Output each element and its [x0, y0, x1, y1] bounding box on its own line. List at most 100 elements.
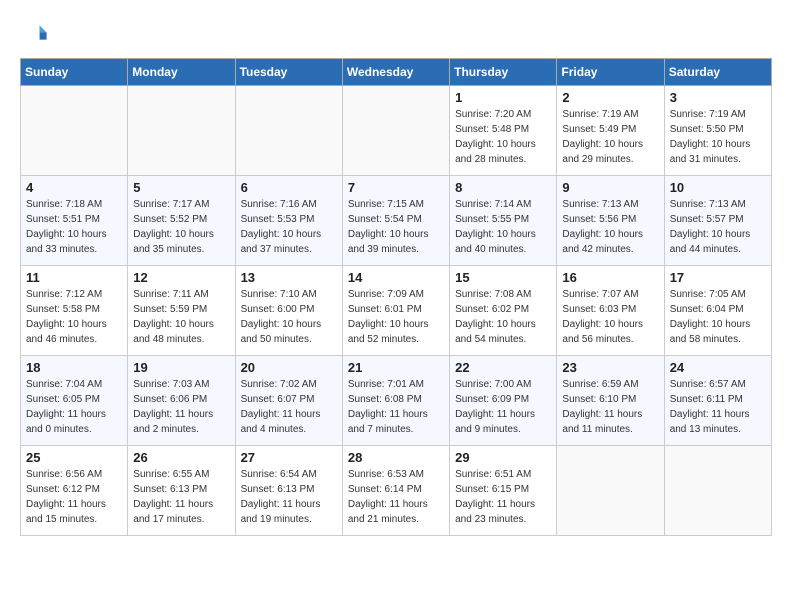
- calendar-cell: 13 Sunrise: 7:10 AM Sunset: 6:00 PM Dayli…: [235, 266, 342, 356]
- calendar-cell: 9 Sunrise: 7:13 AM Sunset: 5:56 PM Daylig…: [557, 176, 664, 266]
- day-info: Sunrise: 7:20 AM Sunset: 5:48 PM Dayligh…: [455, 107, 551, 167]
- weekday-header-tuesday: Tuesday: [235, 59, 342, 86]
- day-number: 27: [241, 450, 337, 465]
- day-info: Sunrise: 7:01 AM Sunset: 6:08 PM Dayligh…: [348, 377, 444, 437]
- day-info: Sunrise: 7:03 AM Sunset: 6:06 PM Dayligh…: [133, 377, 229, 437]
- day-number: 10: [670, 180, 766, 195]
- calendar-cell: 24Sunrise: 6:57 AM Sunset: 6:11 PM Dayli…: [664, 356, 771, 446]
- calendar-cell: 23Sunrise: 6:59 AM Sunset: 6:10 PM Dayli…: [557, 356, 664, 446]
- day-info: Sunrise: 7:05 AM Sunset: 6:04 PM Dayligh…: [670, 287, 766, 347]
- day-info: Sunrise: 7:19 AM Sunset: 5:49 PM Dayligh…: [562, 107, 658, 167]
- day-number: 19: [133, 360, 229, 375]
- day-number: 3: [670, 90, 766, 105]
- day-info: Sunrise: 7:02 AM Sunset: 6:07 PM Dayligh…: [241, 377, 337, 437]
- day-number: 9: [562, 180, 658, 195]
- day-info: Sunrise: 7:04 AM Sunset: 6:05 PM Dayligh…: [26, 377, 122, 437]
- calendar-cell: 27 Sunrise: 6:54 AM Sunset: 6:13 PM Dayli…: [235, 446, 342, 536]
- week-row-5: 25 Sunrise: 6:56 AM Sunset: 6:12 PM Dayli…: [21, 446, 772, 536]
- calendar-cell: 29 Sunrise: 6:51 AM Sunset: 6:15 PM Dayli…: [450, 446, 557, 536]
- weekday-header-saturday: Saturday: [664, 59, 771, 86]
- calendar-cell: 25 Sunrise: 6:56 AM Sunset: 6:12 PM Dayli…: [21, 446, 128, 536]
- calendar-cell: 28 Sunrise: 6:53 AM Sunset: 6:14 PM Dayli…: [342, 446, 449, 536]
- weekday-header-thursday: Thursday: [450, 59, 557, 86]
- day-number: 11: [26, 270, 122, 285]
- week-row-3: 11 Sunrise: 7:12 AM Sunset: 5:58 PM Dayli…: [21, 266, 772, 356]
- calendar-cell: [342, 86, 449, 176]
- calendar-cell: 15Sunrise: 7:08 AM Sunset: 6:02 PM Dayli…: [450, 266, 557, 356]
- week-row-4: 18 Sunrise: 7:04 AM Sunset: 6:05 PM Dayli…: [21, 356, 772, 446]
- day-number: 8: [455, 180, 551, 195]
- day-number: 15: [455, 270, 551, 285]
- weekday-header-friday: Friday: [557, 59, 664, 86]
- day-info: Sunrise: 7:14 AM Sunset: 5:55 PM Dayligh…: [455, 197, 551, 257]
- calendar-cell: 26Sunrise: 6:55 AM Sunset: 6:13 PM Dayli…: [128, 446, 235, 536]
- calendar-cell: [21, 86, 128, 176]
- logo: [20, 20, 52, 48]
- day-info: Sunrise: 6:53 AM Sunset: 6:14 PM Dayligh…: [348, 467, 444, 527]
- day-number: 14: [348, 270, 444, 285]
- calendar-cell: 20 Sunrise: 7:02 AM Sunset: 6:07 PM Dayli…: [235, 356, 342, 446]
- day-info: Sunrise: 6:54 AM Sunset: 6:13 PM Dayligh…: [241, 467, 337, 527]
- day-number: 25: [26, 450, 122, 465]
- calendar-cell: 17 Sunrise: 7:05 AM Sunset: 6:04 PM Dayli…: [664, 266, 771, 356]
- day-info: Sunrise: 7:13 AM Sunset: 5:56 PM Dayligh…: [562, 197, 658, 257]
- page-header: [20, 20, 772, 48]
- day-number: 17: [670, 270, 766, 285]
- calendar-cell: 18 Sunrise: 7:04 AM Sunset: 6:05 PM Dayli…: [21, 356, 128, 446]
- day-info: Sunrise: 7:17 AM Sunset: 5:52 PM Dayligh…: [133, 197, 229, 257]
- day-info: Sunrise: 7:16 AM Sunset: 5:53 PM Dayligh…: [241, 197, 337, 257]
- day-number: 18: [26, 360, 122, 375]
- calendar-cell: [128, 86, 235, 176]
- calendar-cell: 3 Sunrise: 7:19 AM Sunset: 5:50 PM Daylig…: [664, 86, 771, 176]
- day-info: Sunrise: 6:56 AM Sunset: 6:12 PM Dayligh…: [26, 467, 122, 527]
- day-number: 24: [670, 360, 766, 375]
- weekday-header-sunday: Sunday: [21, 59, 128, 86]
- weekday-header-wednesday: Wednesday: [342, 59, 449, 86]
- day-number: 16: [562, 270, 658, 285]
- calendar-table: SundayMondayTuesdayWednesdayThursdayFrid…: [20, 58, 772, 536]
- calendar-cell: 14 Sunrise: 7:09 AM Sunset: 6:01 PM Dayli…: [342, 266, 449, 356]
- day-info: Sunrise: 7:13 AM Sunset: 5:57 PM Dayligh…: [670, 197, 766, 257]
- day-info: Sunrise: 7:11 AM Sunset: 5:59 PM Dayligh…: [133, 287, 229, 347]
- calendar-cell: 11 Sunrise: 7:12 AM Sunset: 5:58 PM Dayli…: [21, 266, 128, 356]
- day-number: 5: [133, 180, 229, 195]
- day-number: 29: [455, 450, 551, 465]
- day-info: Sunrise: 7:19 AM Sunset: 5:50 PM Dayligh…: [670, 107, 766, 167]
- day-number: 28: [348, 450, 444, 465]
- day-number: 26: [133, 450, 229, 465]
- day-number: 12: [133, 270, 229, 285]
- day-number: 13: [241, 270, 337, 285]
- week-row-1: 1 Sunrise: 7:20 AM Sunset: 5:48 PM Daylig…: [21, 86, 772, 176]
- calendar-cell: 8 Sunrise: 7:14 AM Sunset: 5:55 PM Daylig…: [450, 176, 557, 266]
- calendar-cell: 16 Sunrise: 7:07 AM Sunset: 6:03 PM Dayli…: [557, 266, 664, 356]
- day-number: 7: [348, 180, 444, 195]
- day-number: 4: [26, 180, 122, 195]
- day-info: Sunrise: 7:09 AM Sunset: 6:01 PM Dayligh…: [348, 287, 444, 347]
- logo-icon: [20, 20, 48, 48]
- day-info: Sunrise: 7:18 AM Sunset: 5:51 PM Dayligh…: [26, 197, 122, 257]
- week-row-2: 4 Sunrise: 7:18 AM Sunset: 5:51 PM Daylig…: [21, 176, 772, 266]
- calendar-cell: 12 Sunrise: 7:11 AM Sunset: 5:59 PM Dayli…: [128, 266, 235, 356]
- calendar-cell: 1 Sunrise: 7:20 AM Sunset: 5:48 PM Daylig…: [450, 86, 557, 176]
- day-number: 21: [348, 360, 444, 375]
- day-number: 23: [562, 360, 658, 375]
- weekday-header-monday: Monday: [128, 59, 235, 86]
- day-number: 1: [455, 90, 551, 105]
- day-info: Sunrise: 7:10 AM Sunset: 6:00 PM Dayligh…: [241, 287, 337, 347]
- day-number: 2: [562, 90, 658, 105]
- calendar-cell: 2 Sunrise: 7:19 AM Sunset: 5:49 PM Daylig…: [557, 86, 664, 176]
- day-info: Sunrise: 6:51 AM Sunset: 6:15 PM Dayligh…: [455, 467, 551, 527]
- calendar-cell: [557, 446, 664, 536]
- calendar-cell: 22 Sunrise: 7:00 AM Sunset: 6:09 PM Dayli…: [450, 356, 557, 446]
- day-info: Sunrise: 7:12 AM Sunset: 5:58 PM Dayligh…: [26, 287, 122, 347]
- day-number: 20: [241, 360, 337, 375]
- day-number: 22: [455, 360, 551, 375]
- day-info: Sunrise: 7:00 AM Sunset: 6:09 PM Dayligh…: [455, 377, 551, 437]
- day-info: Sunrise: 7:15 AM Sunset: 5:54 PM Dayligh…: [348, 197, 444, 257]
- weekday-header-row: SundayMondayTuesdayWednesdayThursdayFrid…: [21, 59, 772, 86]
- day-info: Sunrise: 7:07 AM Sunset: 6:03 PM Dayligh…: [562, 287, 658, 347]
- day-number: 6: [241, 180, 337, 195]
- calendar-cell: 5 Sunrise: 7:17 AM Sunset: 5:52 PM Daylig…: [128, 176, 235, 266]
- calendar-cell: 21 Sunrise: 7:01 AM Sunset: 6:08 PM Dayli…: [342, 356, 449, 446]
- calendar-cell: 6 Sunrise: 7:16 AM Sunset: 5:53 PM Daylig…: [235, 176, 342, 266]
